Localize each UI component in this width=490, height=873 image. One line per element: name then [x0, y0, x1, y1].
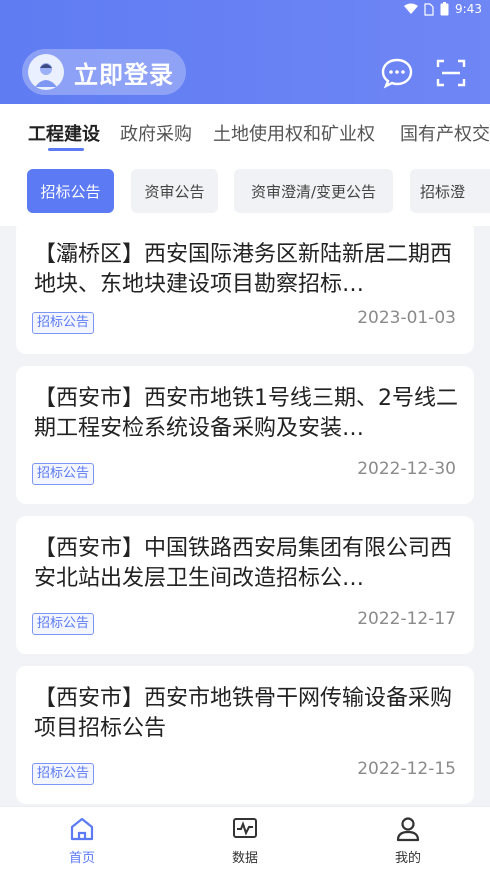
item-tag: 招标公告 [32, 312, 95, 334]
nav-profile[interactable]: 我的 [368, 815, 448, 866]
app-header: 9:43 立即登录 [0, 0, 490, 104]
tab-state-property[interactable]: 国有产权交 [400, 120, 490, 146]
home-icon [70, 817, 94, 841]
scan-icon[interactable] [434, 56, 468, 90]
chip-qualification-change[interactable]: 资审澄清/变更公告 [234, 169, 393, 213]
login-button[interactable]: 立即登录 [22, 49, 186, 95]
tab-engineering[interactable]: 工程建设 [28, 120, 100, 146]
list-item[interactable]: 【西安市】西安市地铁1号线三期、2号线二期工程安检系统设备采购及安装… 招标公告… [16, 366, 474, 504]
chip-bid-notice[interactable]: 招标公告 [27, 169, 114, 213]
item-tag: 招标公告 [32, 763, 95, 785]
active-tab-indicator [48, 148, 84, 151]
nav-home[interactable]: 首页 [42, 815, 122, 866]
nav-home-label: 首页 [68, 851, 95, 866]
list-item[interactable]: 【西安市】西安市地铁骨干网传输设备采购项目招标公告 招标公告 2022-12-1… [16, 666, 474, 804]
item-title: 【灞桥区】西安国际港务区新陆新居二期西地块、东地块建设项目勘察招标… [34, 242, 453, 297]
item-date: 2022-12-30 [357, 459, 456, 479]
tab-land-mining[interactable]: 土地使用权和矿业权 [213, 120, 375, 146]
tab-gov-procurement[interactable]: 政府采购 [120, 120, 192, 146]
nav-profile-label: 我的 [394, 851, 421, 866]
chip-bid-clarification[interactable]: 招标澄 [410, 169, 490, 213]
login-label: 立即登录 [74, 60, 174, 89]
nav-data-label: 数据 [231, 851, 258, 866]
list-item[interactable]: 【灞桥区】西安国际港务区新陆新居二期西地块、东地块建设项目勘察招标… 招标公告 … [16, 226, 474, 354]
wifi-icon [404, 3, 419, 14]
message-icon[interactable] [380, 56, 414, 90]
avatar-icon [28, 54, 64, 90]
list-item[interactable]: 【西安市】中国铁路西安局集团有限公司西安北站出发层卫生间改造招标公… 招标公告 … [16, 516, 474, 654]
item-tag: 招标公告 [32, 613, 95, 635]
item-date: 2022-12-17 [357, 609, 456, 629]
category-tabs: 工程建设 政府采购 土地使用权和矿业权 国有产权交 [0, 104, 490, 160]
status-bar: 9:43 [0, 0, 490, 20]
battery-icon [440, 2, 449, 16]
item-title: 【西安市】西安市地铁骨干网传输设备采购项目招标公告 [34, 686, 453, 741]
announcement-list: 【灞桥区】西安国际港务区新陆新居二期西地块、东地块建设项目勘察招标… 招标公告 … [0, 226, 490, 806]
item-date: 2022-12-15 [357, 759, 456, 779]
data-icon [233, 818, 257, 838]
item-tag: 招标公告 [32, 463, 95, 485]
status-time: 9:43 [455, 2, 482, 16]
item-date: 2023-01-03 [357, 308, 456, 328]
bottom-navigation: 首页 数据 我的 [0, 806, 490, 873]
item-title: 【西安市】中国铁路西安局集团有限公司西安北站出发层卫生间改造招标公… [34, 536, 453, 591]
sim-icon [424, 2, 434, 16]
subcategory-chips: 招标公告 资审公告 资审澄清/变更公告 招标澄 [0, 160, 490, 226]
nav-data[interactable]: 数据 [205, 815, 285, 866]
profile-icon [396, 817, 420, 842]
item-title: 【西安市】西安市地铁1号线三期、2号线二期工程安检系统设备采购及安装… [34, 386, 458, 441]
chip-qualification-notice[interactable]: 资审公告 [131, 169, 218, 213]
